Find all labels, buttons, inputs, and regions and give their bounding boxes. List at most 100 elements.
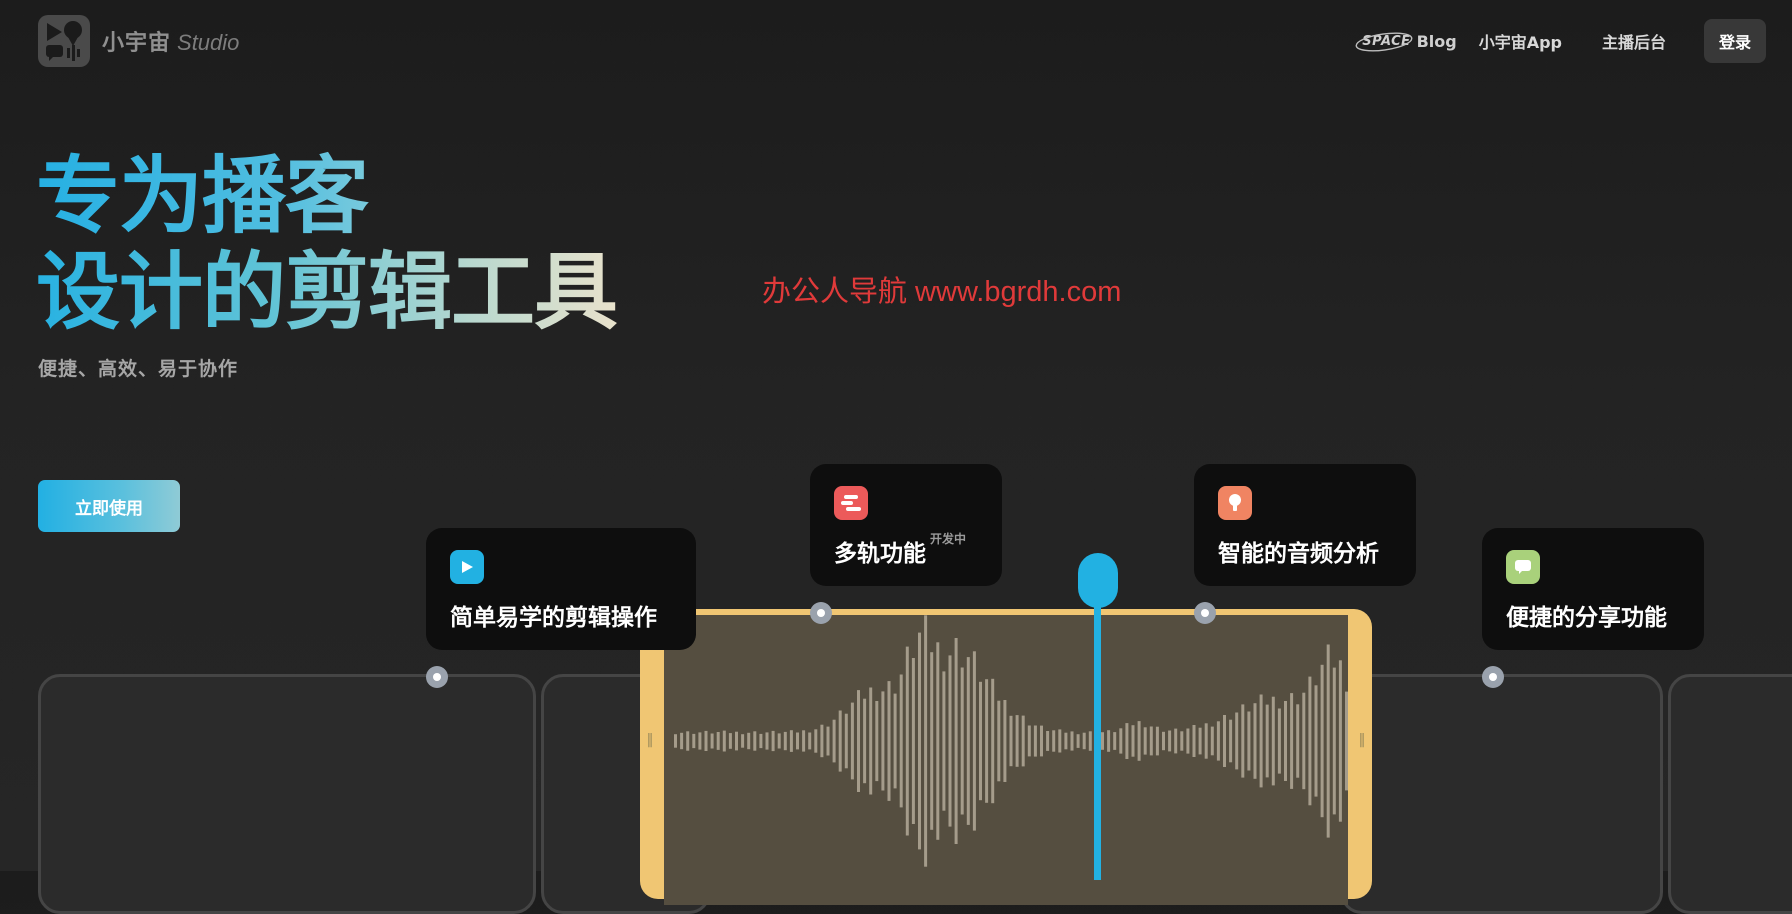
playhead-line (1094, 590, 1101, 880)
waveform-bar (741, 734, 745, 748)
feature-label: 简单易学的剪辑操作 (450, 605, 657, 631)
feature-card-multitrack: 多轨功能开发中 (810, 464, 1002, 586)
waveform-bar (1149, 726, 1153, 756)
waveform-bar (1003, 700, 1007, 782)
waveform-bar (875, 701, 879, 782)
waveform-bar (1277, 708, 1281, 774)
waveform-bar (1101, 732, 1104, 750)
hero-subtitle: 便捷、高效、易于协作 (38, 358, 239, 380)
feature-pin-4 (1482, 666, 1504, 688)
waveform-bar (960, 667, 964, 815)
waveform-bar (796, 732, 799, 750)
waveform-bar (1186, 728, 1190, 754)
waveform-bar (1198, 727, 1202, 755)
waveform-bar (991, 678, 995, 804)
waveform-bar (1290, 693, 1294, 789)
waveform-bar (1052, 730, 1056, 752)
waveform-bar (759, 733, 763, 749)
nav-app-link[interactable]: 小宇宙App (1479, 29, 1562, 53)
space-badge: SPACE (1355, 31, 1413, 52)
brand-name: 小宇宙 (102, 31, 172, 56)
play-icon (450, 550, 484, 584)
watermark-text: 办公人导航 www.bgrdh.com (762, 276, 1122, 308)
waveform-bar (863, 698, 867, 784)
waveform-bar (1247, 711, 1251, 771)
waveform-bar (881, 691, 885, 791)
waveform-bar (1308, 676, 1312, 806)
feature-label: 智能的音频分析 (1218, 541, 1379, 567)
waveform-bar (1137, 721, 1141, 761)
waveform-bar (1338, 660, 1342, 822)
waveform-bar (857, 690, 860, 792)
waveform-bar (1216, 721, 1220, 761)
waveform-bar (802, 730, 806, 752)
waveform-bar (1155, 726, 1159, 756)
waveform-bar (1162, 731, 1165, 751)
feature-label: 便捷的分享功能 (1506, 605, 1667, 631)
waveform-bar (887, 681, 891, 801)
waveform-bar (1345, 691, 1348, 791)
waveform-bar (1070, 731, 1074, 751)
waveform-bar (1229, 719, 1233, 763)
brand-logo[interactable]: 小宇宙 Studio (38, 15, 239, 67)
waveform-bar (1174, 728, 1178, 754)
playhead-knob[interactable] (1078, 553, 1118, 608)
waveform-bar (1027, 725, 1031, 757)
waveform-bar (814, 729, 818, 753)
waveform-bar (808, 732, 812, 750)
waveform-bar (1314, 685, 1318, 797)
in-development-tag: 开发中 (930, 532, 967, 546)
waveform-bar (1046, 731, 1050, 751)
feature-pin-2 (810, 602, 832, 624)
start-now-button[interactable]: 立即使用 (38, 480, 180, 532)
waveform-bar (1082, 732, 1086, 750)
waveform-bar (899, 674, 903, 808)
waveform-bar (930, 652, 934, 830)
waveform-bar (1113, 732, 1117, 750)
waveform-bar (1064, 732, 1068, 750)
waveform-bar (753, 731, 757, 751)
waveform-bar (777, 733, 781, 749)
waveform-bar (918, 632, 921, 850)
waveform-bar (1088, 731, 1092, 751)
waveform-bar (844, 713, 848, 769)
waveform-bar (1180, 731, 1184, 751)
waveform-bar (911, 658, 915, 824)
waveform-bar (735, 731, 738, 751)
track-panel-4 (1668, 674, 1792, 914)
waveform-bar (1265, 704, 1269, 778)
clip-trim-handle-left[interactable]: ‖ (646, 730, 654, 750)
hero-title-line-2: 设计的剪辑工具 (36, 243, 618, 341)
waveform-bar (1210, 726, 1214, 756)
audio-clip[interactable]: ‖ ‖ (640, 609, 1372, 905)
waveform-bar (789, 730, 793, 752)
waveform-bar (722, 730, 726, 752)
clip-trim-handle-right[interactable]: ‖ (1358, 730, 1366, 750)
waveform-bar (698, 732, 702, 750)
nav-blog-label: Blog (1416, 31, 1457, 51)
waveform-bar (832, 719, 836, 763)
nav-host-dashboard-link[interactable]: 主播后台 (1602, 29, 1666, 53)
waveform-bar (1271, 696, 1275, 786)
brand-studio: Studio (177, 30, 240, 55)
waveform-bar (1009, 715, 1013, 767)
waveform-bar (893, 693, 897, 789)
hero-title: 专为播客 设计的剪辑工具 (36, 148, 618, 341)
feature-card-audio-analysis: 智能的音频分析 (1194, 464, 1416, 586)
waveform-bar (954, 638, 958, 844)
waveform-bar (1332, 667, 1336, 815)
waveform-bar (1033, 725, 1037, 757)
waveform-bar (850, 702, 854, 780)
multitrack-icon (834, 486, 868, 520)
waveform-bar (1131, 725, 1135, 757)
waveform-bar (1320, 664, 1324, 818)
waveform-bar (1223, 715, 1226, 767)
nav-space-blog[interactable]: SPACE Blog (1355, 31, 1457, 52)
waveform-bar (1259, 694, 1263, 788)
track-panel-3 (1340, 674, 1663, 914)
waveform-bar (704, 730, 708, 751)
waveform-bar (820, 724, 824, 758)
waveform-bar (716, 732, 720, 750)
login-button[interactable]: 登录 (1704, 19, 1766, 63)
waveform-bar (686, 731, 690, 751)
